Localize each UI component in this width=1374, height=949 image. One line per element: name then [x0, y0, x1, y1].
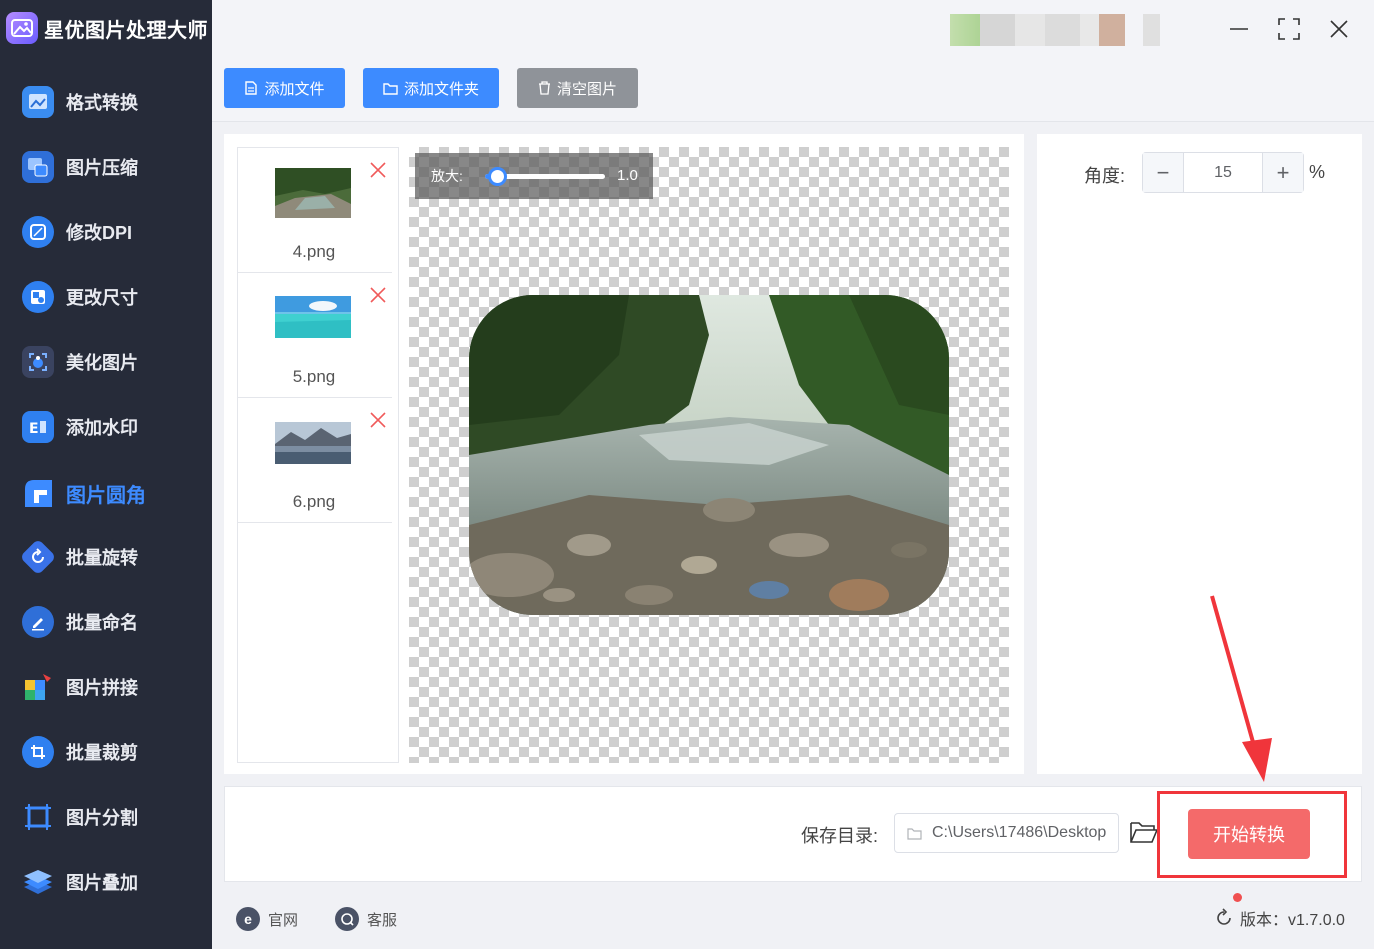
trash-icon [538, 81, 550, 95]
support-link[interactable]: 客服 [335, 905, 397, 933]
angle-label: 角度: [1084, 166, 1126, 186]
sidebar-item-split[interactable]: 图片分割 [22, 797, 138, 837]
clear-images-button[interactable]: 清空图片 [517, 68, 638, 108]
save-dir-label: 保存目录: [801, 826, 879, 846]
sidebar-item-rotate[interactable]: 批量旋转 [19, 537, 138, 577]
app-title: 星优图片处理大师 [44, 19, 208, 42]
sidebar-item-compress[interactable]: 图片压缩 [22, 147, 138, 187]
list-item[interactable]: 6.png [238, 398, 392, 523]
sidebar-item-dpi[interactable]: 修改DPI [22, 212, 132, 252]
sidebar-item-label: 美化图片 [66, 353, 138, 373]
sidebar-item-label: 图片拼接 [66, 678, 138, 698]
image-compress-icon [22, 151, 54, 183]
list-item[interactable]: 4.png [238, 148, 392, 273]
sidebar-item-puzzle[interactable]: 图片拼接 [22, 667, 138, 707]
crop-icon [22, 736, 54, 768]
add-folder-button[interactable]: 添加文件夹 [363, 68, 499, 108]
remove-file-icon[interactable] [370, 162, 386, 178]
sidebar-item-label: 更改尺寸 [66, 288, 138, 308]
zoom-value: 1.0 [617, 167, 638, 184]
svg-text:E: E [29, 421, 39, 437]
app-logo-icon [6, 12, 38, 44]
sidebar-item-label: 批量旋转 [66, 548, 138, 568]
close-icon[interactable] [1324, 14, 1354, 44]
add-folder-label: 添加文件夹 [403, 80, 479, 98]
file-name: 5.png [292, 367, 336, 386]
angle-input[interactable]: 15 [1184, 153, 1262, 192]
support-icon [335, 907, 359, 931]
save-dir-input[interactable]: C:\Users\17486\Desktop [894, 813, 1119, 853]
resize-icon [22, 281, 54, 313]
add-file-label: 添加文件 [264, 80, 325, 98]
file-list[interactable]: 4.png 5.png 6.png [237, 147, 399, 763]
sidebar-item-label: 批量裁剪 [66, 743, 138, 763]
add-file-button[interactable]: 添加文件 [224, 68, 345, 108]
folder-icon [383, 82, 398, 95]
annotation-arrow [1210, 595, 1272, 782]
save-dir-path: C:\Users\17486\Desktop [932, 824, 1107, 841]
sidebar-item-label: 添加水印 [66, 418, 138, 438]
app-header: 星优图片处理大师 [6, 10, 208, 46]
zoom-slider[interactable] [485, 167, 605, 186]
support-label: 客服 [367, 911, 398, 929]
highlight-annotation [1157, 791, 1347, 878]
clear-images-label: 清空图片 [556, 80, 617, 98]
folder-icon [907, 827, 922, 840]
user-account-blurred[interactable] [950, 14, 1160, 46]
version-info[interactable]: 版本：v1.7.0.0 [1214, 905, 1345, 931]
zoom-label: 放大: [431, 168, 463, 184]
refresh-icon [1217, 908, 1231, 925]
preview-image [469, 295, 949, 615]
sidebar-item-label: 图片圆角 [66, 484, 146, 507]
puzzle-icon [22, 671, 54, 703]
decrement-button[interactable]: − [1143, 153, 1184, 192]
file-icon [245, 81, 258, 95]
sidebar-item-label: 修改DPI [66, 223, 133, 243]
split-icon [22, 801, 54, 833]
file-thumbnail [275, 168, 351, 218]
rotate-icon [19, 538, 57, 576]
file-name: 4.png [292, 242, 336, 261]
sidebar-item-label: 批量命名 [66, 613, 138, 633]
sidebar-item-crop[interactable]: 批量裁剪 [22, 732, 138, 772]
list-item[interactable]: 5.png [238, 273, 392, 398]
zoom-slider-thumb[interactable] [488, 167, 507, 186]
sidebar-item-rename[interactable]: 批量命名 [22, 602, 138, 642]
file-thumbnail [275, 422, 351, 464]
angle-unit: % [1309, 162, 1326, 182]
file-thumbnail [275, 296, 351, 338]
sidebar-item-resize[interactable]: 更改尺寸 [22, 277, 138, 317]
sidebar: 星优图片处理大师 格式转换 图片压缩 修改DPI 更改尺寸 美化图片 E 添加水… [0, 0, 212, 949]
beautify-icon [22, 346, 54, 378]
increment-button[interactable]: + [1262, 153, 1303, 192]
minimize-icon[interactable] [1224, 14, 1254, 44]
update-badge [1233, 893, 1242, 902]
image-convert-icon [22, 86, 54, 118]
file-name: 6.png [292, 492, 336, 511]
remove-file-icon[interactable] [370, 412, 386, 428]
layers-icon [22, 866, 54, 898]
watermark-icon: E [22, 411, 54, 443]
sidebar-item-watermark[interactable]: E 添加水印 [22, 407, 138, 447]
sidebar-item-format-convert[interactable]: 格式转换 [22, 82, 138, 122]
rounded-corner-icon [22, 477, 54, 509]
rename-icon [22, 606, 54, 638]
version-label: 版本：v1.7.0.0 [1240, 912, 1345, 929]
browse-folder-icon[interactable] [1130, 820, 1159, 848]
angle-stepper: − 15 + [1142, 152, 1304, 193]
sidebar-item-label: 格式转换 [66, 93, 138, 113]
sidebar-item-rounded-corner[interactable]: 图片圆角 [22, 473, 146, 513]
sidebar-item-layers[interactable]: 图片叠加 [22, 862, 138, 902]
sidebar-item-beautify[interactable]: 美化图片 [22, 342, 138, 382]
sidebar-item-label: 图片叠加 [66, 873, 138, 893]
zoom-control: 放大: 1.0 [415, 153, 653, 199]
dpi-icon [22, 216, 54, 248]
website-label: 官网 [268, 911, 299, 929]
website-link[interactable]: e 官网 [236, 905, 298, 933]
website-icon: e [236, 907, 260, 931]
sidebar-item-label: 图片压缩 [66, 158, 138, 178]
remove-file-icon[interactable] [370, 287, 386, 303]
sidebar-item-label: 图片分割 [66, 808, 138, 828]
fullscreen-icon[interactable] [1274, 14, 1304, 44]
